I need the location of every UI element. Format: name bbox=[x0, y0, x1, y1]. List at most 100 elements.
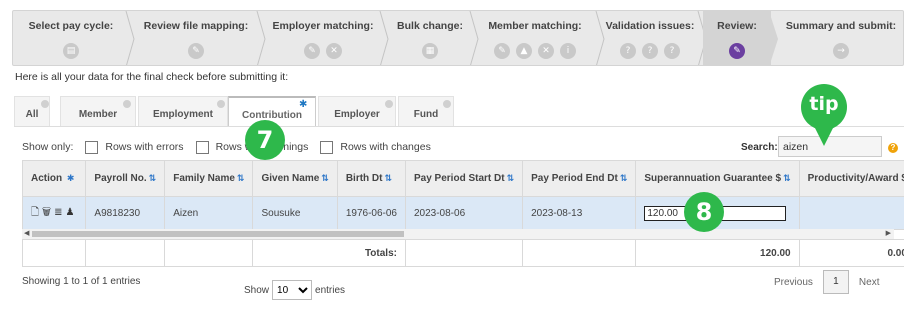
column-header-payroll-no[interactable]: Payroll No. ⇅ bbox=[85, 160, 166, 197]
table-header-row: Action ✱ Payroll No. ⇅ Family Name ⇅ Given… bbox=[21, 160, 904, 197]
tab-status-dot bbox=[385, 100, 393, 108]
step-8-callout: 8 bbox=[684, 192, 724, 232]
entries-info: Showing 1 to 1 of 1 entries bbox=[22, 276, 141, 287]
edit-icon: ✎ bbox=[729, 43, 745, 59]
tab-label: Employer bbox=[334, 109, 380, 120]
page-1-button[interactable]: 1 bbox=[822, 270, 849, 294]
help-icon: ? bbox=[664, 43, 680, 59]
next-button[interactable]: Next bbox=[849, 277, 890, 288]
cell-start-dt: 2023-08-06 bbox=[404, 196, 524, 230]
step-employer-matching[interactable]: Employer matching: ✎ ✕ bbox=[263, 11, 383, 65]
column-label: Payroll No. bbox=[94, 173, 147, 184]
column-header-pay-period-start-dt[interactable]: Pay Period Start Dt ⇅ bbox=[404, 160, 524, 197]
tab-status-dot bbox=[443, 100, 451, 108]
column-header-pay-period-end-dt[interactable]: Pay Period End Dt ⇅ bbox=[522, 160, 637, 197]
sort-icon: ⇅ bbox=[619, 173, 628, 183]
tab-fund[interactable]: Fund bbox=[398, 96, 454, 126]
step-review-file-mapping[interactable]: Review file mapping: ✎ bbox=[133, 11, 259, 65]
pencil-icon: ✎ bbox=[494, 43, 510, 59]
column-header-given-name[interactable]: Given Name ⇅ bbox=[252, 160, 338, 197]
totals-productivity: 0.00 bbox=[798, 239, 904, 267]
tab-employer[interactable]: Employer bbox=[318, 96, 396, 126]
step-label: Validation issues: bbox=[605, 20, 695, 32]
database-icon[interactable]: ≣ bbox=[54, 207, 65, 218]
tab-label: Fund bbox=[413, 109, 439, 120]
scroll-right-icon[interactable]: ▶ bbox=[886, 229, 891, 237]
person-icon[interactable]: ♟ bbox=[65, 207, 77, 218]
horizontal-scrollbar[interactable]: ◀ ▶ bbox=[22, 229, 894, 239]
column-header-action[interactable]: Action ✱ bbox=[21, 160, 87, 197]
column-header-productivity-award[interactable]: Productivity/Award $ bbox=[798, 160, 904, 197]
step-member-matching[interactable]: Member matching: ✎ ▲ ✕ i bbox=[475, 11, 595, 65]
step-label: Select pay cycle: bbox=[28, 20, 114, 32]
tab-member[interactable]: Member bbox=[60, 96, 136, 126]
totals-label: Totals: bbox=[252, 239, 406, 267]
step-label: Bulk change: bbox=[397, 20, 463, 32]
tab-status-dot bbox=[41, 100, 49, 108]
map-icon: ✎ bbox=[188, 43, 204, 59]
step-label: Review file mapping: bbox=[143, 20, 249, 32]
cell-given-name: Sousuke bbox=[252, 196, 338, 230]
tab-label: Contribution bbox=[242, 110, 302, 121]
filter-bar: Show only: Rows with errors Rows with wa… bbox=[22, 138, 431, 156]
rows-with-warnings-checkbox[interactable] bbox=[195, 140, 209, 154]
step-validation-issues[interactable]: Validation issues: ??? bbox=[601, 11, 699, 65]
step-label: Review: bbox=[717, 20, 757, 32]
sort-icon: ⇅ bbox=[148, 173, 157, 183]
grid-icon: ▦ bbox=[422, 43, 438, 59]
column-label: Pay Period Start Dt bbox=[413, 173, 505, 184]
arrow-right-icon: → bbox=[833, 43, 849, 59]
gear-icon[interactable]: ✱ bbox=[67, 173, 75, 183]
step-review[interactable]: Review: ✎ bbox=[703, 11, 771, 65]
show-label: Show bbox=[244, 284, 270, 296]
column-label: Productivity/Award $ bbox=[807, 173, 904, 184]
tab-label: Member bbox=[78, 109, 118, 120]
totals-super-guarantee: 120.00 bbox=[635, 239, 800, 267]
sort-icon: ⇅ bbox=[236, 173, 245, 183]
intro-text: Here is all your data for the final chec… bbox=[15, 71, 289, 83]
sort-icon: ⇅ bbox=[783, 173, 791, 183]
scroll-thumb[interactable] bbox=[32, 231, 404, 237]
step-select-pay-cycle[interactable]: Select pay cycle: ▤ bbox=[13, 11, 129, 65]
sort-icon: ⇅ bbox=[384, 173, 393, 183]
scroll-left-icon[interactable]: ◀ bbox=[24, 229, 29, 237]
step-bulk-change[interactable]: Bulk change: ▦ bbox=[387, 11, 473, 65]
step-summary-and-submit[interactable]: Summary and submit: → bbox=[777, 11, 903, 65]
info-icon: i bbox=[560, 43, 576, 59]
search-label: Search: bbox=[741, 142, 778, 153]
table-row[interactable]: 🗋🗑≣♟ A9818230 Aizen Sousuke 1976-06-06 2… bbox=[21, 196, 904, 230]
tab-label: Employment bbox=[152, 109, 213, 120]
gear-icon: ✱ bbox=[299, 99, 308, 110]
tab-all[interactable]: All bbox=[14, 96, 50, 126]
cell-productivity bbox=[798, 196, 904, 230]
column-header-birth-dt[interactable]: Birth Dt ⇅ bbox=[336, 160, 406, 197]
step-label: Summary and submit: bbox=[785, 20, 897, 32]
entries-label: entries bbox=[315, 284, 346, 296]
totals-row: Totals: 120.00 0.00 bbox=[21, 239, 904, 267]
help-icon[interactable]: ? bbox=[888, 143, 898, 153]
pencil-icon: ✎ bbox=[304, 43, 320, 59]
close-icon: ✕ bbox=[326, 43, 342, 59]
trash-icon[interactable]: 🗑 bbox=[42, 207, 54, 218]
tab-status-dot bbox=[217, 100, 225, 108]
cell-end-dt: 2023-08-13 bbox=[522, 196, 637, 230]
tab-label: All bbox=[25, 109, 39, 120]
document-icon[interactable]: 🗋 bbox=[31, 207, 42, 218]
tab-employment[interactable]: Employment bbox=[138, 96, 228, 126]
page-size-select[interactable]: 10 bbox=[272, 280, 313, 300]
page-size-control: Show 10 entries bbox=[244, 280, 345, 300]
step-label: Member matching: bbox=[488, 20, 582, 32]
sort-icon: ⇅ bbox=[321, 173, 329, 183]
rows-with-changes-checkbox[interactable] bbox=[320, 140, 334, 154]
column-header-superannuation-guarantee[interactable]: Superannuation Guarantee $ ⇅ bbox=[635, 160, 800, 197]
rows-with-errors-checkbox[interactable] bbox=[85, 140, 99, 154]
column-header-family-name[interactable]: Family Name ⇅ bbox=[164, 160, 254, 197]
step-label: Employer matching: bbox=[272, 20, 374, 32]
previous-button[interactable]: Previous bbox=[764, 277, 823, 288]
column-label: Family Name bbox=[173, 173, 235, 184]
column-label: Given Name bbox=[261, 173, 320, 184]
show-only-label: Show only: bbox=[22, 141, 74, 153]
warning-icon: ▲ bbox=[516, 43, 532, 59]
cell-birth-dt: 1976-06-06 bbox=[336, 196, 406, 230]
help-icon: ? bbox=[620, 43, 636, 59]
